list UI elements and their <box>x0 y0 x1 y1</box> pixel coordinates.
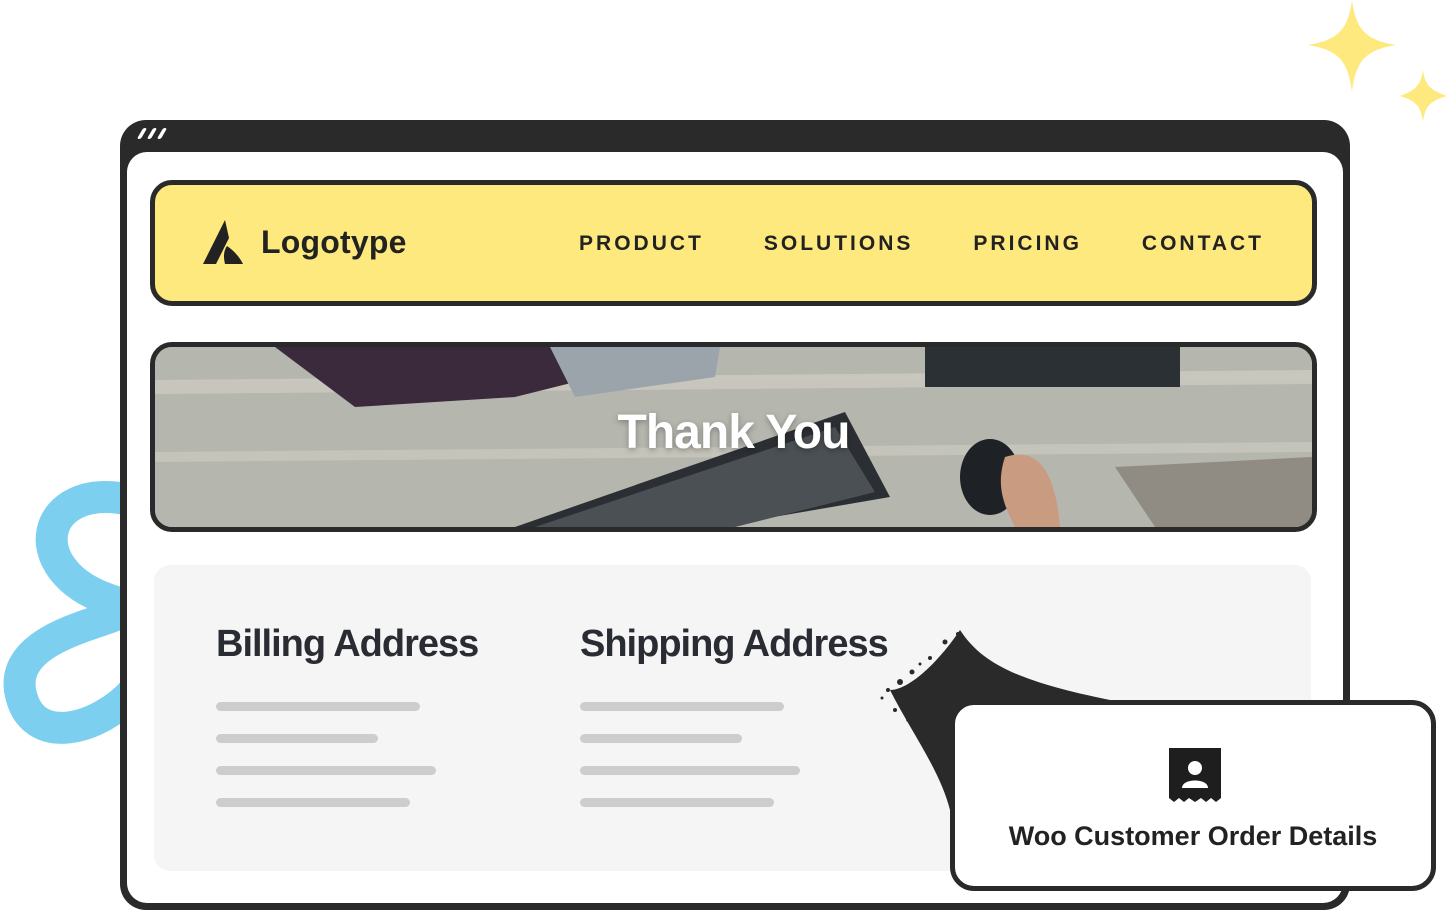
customer-receipt-icon <box>1169 748 1221 802</box>
placeholder-line <box>216 798 410 807</box>
logotype-mark-icon <box>203 220 243 264</box>
billing-address-title: Billing Address <box>216 623 479 665</box>
site-header: Logotype PRODUCT SOLUTIONS PRICING CONTA… <box>150 180 1317 306</box>
hero-banner: Thank You <box>150 342 1317 532</box>
main-nav: PRODUCT SOLUTIONS PRICING CONTACT <box>579 232 1264 256</box>
logo-text: Logotype <box>261 223 407 260</box>
window-dot <box>136 128 148 139</box>
window-controls <box>136 128 168 139</box>
small-sparkle-icon <box>1400 70 1447 122</box>
shipping-address-title: Shipping Address <box>580 623 889 665</box>
nav-contact[interactable]: CONTACT <box>1142 232 1264 256</box>
hero-title: Thank You <box>617 406 851 459</box>
large-sparkle-icon <box>1308 0 1396 92</box>
placeholder-line <box>580 734 742 743</box>
placeholder-line <box>216 766 436 775</box>
placeholder-line <box>580 798 774 807</box>
window-dot <box>146 128 158 139</box>
placeholder-line <box>216 702 420 711</box>
placeholder-line <box>580 702 784 711</box>
window-dot <box>156 128 168 139</box>
woo-customer-order-details-card[interactable]: Woo Customer Order Details <box>950 700 1436 891</box>
nav-solutions[interactable]: SOLUTIONS <box>764 232 914 256</box>
nav-product[interactable]: PRODUCT <box>579 232 704 256</box>
nav-pricing[interactable]: PRICING <box>973 232 1082 256</box>
shipping-address: Shipping Address <box>580 623 889 830</box>
woo-card-label: Woo Customer Order Details <box>1008 821 1378 851</box>
squiggle-decoration <box>3 481 140 744</box>
placeholder-line <box>216 734 378 743</box>
logo[interactable]: Logotype <box>203 220 407 264</box>
sparkles-decoration <box>1308 0 1447 122</box>
billing-address: Billing Address <box>216 623 479 830</box>
placeholder-line <box>580 766 800 775</box>
